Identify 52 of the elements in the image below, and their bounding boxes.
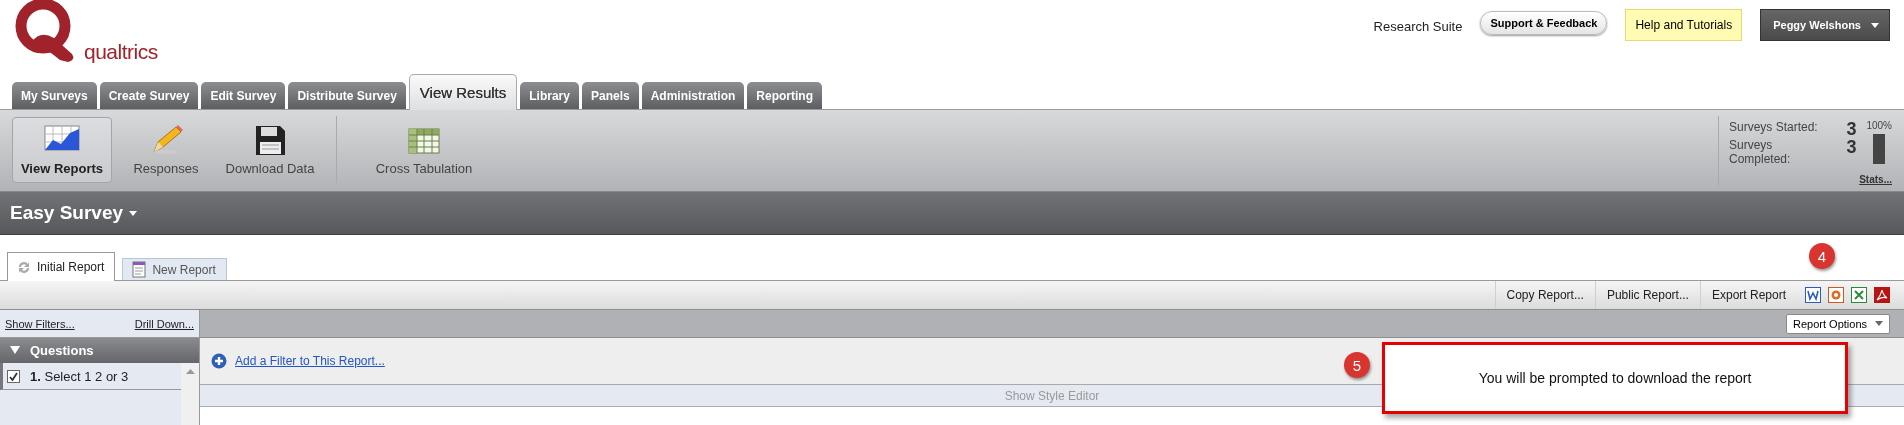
help-tutorials-button[interactable]: Help and Tutorials xyxy=(1625,9,1743,41)
add-icon[interactable] xyxy=(211,353,227,369)
stat-label: Surveys Started: xyxy=(1729,120,1819,136)
nav-tab[interactable]: Edit Survey xyxy=(201,82,286,109)
nav-tab[interactable]: View Results xyxy=(408,74,518,110)
document-icon xyxy=(131,261,148,278)
checkbox[interactable] xyxy=(7,369,20,383)
stat-value: 3 xyxy=(1846,138,1857,159)
report-tab[interactable]: Initial Report xyxy=(7,252,116,281)
stat-value: 3 xyxy=(1846,120,1857,138)
report-action-link[interactable]: Public Report... xyxy=(1594,281,1700,309)
nav-tab[interactable]: Library xyxy=(520,82,579,109)
nav-tab[interactable]: Panels xyxy=(581,82,639,109)
step-number-badge: 4 xyxy=(1809,243,1835,269)
check-icon xyxy=(9,371,18,381)
nav-tab[interactable]: Reporting xyxy=(747,82,822,109)
report-options-dropdown[interactable]: Report Options xyxy=(1786,313,1890,334)
question-item[interactable]: 1. Select 1 2 or 3 xyxy=(30,368,129,384)
stat-label: Surveys Completed: xyxy=(1729,138,1792,166)
report-action-link[interactable]: Copy Report... xyxy=(1494,281,1595,309)
toolbar-button[interactable]: Responses xyxy=(116,117,216,183)
slides-file-icon[interactable] xyxy=(1828,287,1844,303)
caret-icon xyxy=(1871,22,1879,28)
survey-title[interactable]: Easy Survey xyxy=(10,202,124,224)
percent-label: 100% xyxy=(1866,120,1892,131)
stats-link[interactable]: Stats... xyxy=(1859,174,1892,187)
drill-down-link[interactable]: Drill Down... xyxy=(134,317,194,330)
scroll-up-icon xyxy=(185,369,195,374)
triangle-icon xyxy=(10,345,20,356)
spreadsheet-file-icon[interactable] xyxy=(1851,287,1867,303)
toolbar-button[interactable]: View Reports xyxy=(12,117,112,183)
nav-tab[interactable]: Administration xyxy=(641,82,745,109)
report-tab[interactable]: New Report xyxy=(122,258,227,280)
support-feedback-button[interactable]: Support & Feedback xyxy=(1480,11,1608,35)
add-filter-link[interactable]: Add a Filter to This Report... xyxy=(235,354,385,368)
report-action-link[interactable]: Export Report xyxy=(1699,281,1797,309)
toolbar-button[interactable]: Cross Tabulation xyxy=(359,117,489,183)
completion-meter xyxy=(1873,134,1886,164)
show-filters-link[interactable]: Show Filters... xyxy=(5,317,75,330)
callout-box: You will be prompted to download the report xyxy=(1382,342,1848,414)
toolbar-button[interactable]: Download Data xyxy=(220,117,320,183)
logo-wordmark: qualtrics xyxy=(84,41,158,62)
questions-header[interactable]: Questions xyxy=(0,338,199,363)
nav-tab[interactable]: Create Survey xyxy=(99,82,199,109)
nav-tab[interactable]: My Surveys xyxy=(12,82,97,109)
nav-tab[interactable]: Distribute Survey xyxy=(288,82,406,109)
caret-icon xyxy=(1875,321,1883,326)
caret-icon xyxy=(129,210,138,216)
pdf-file-icon[interactable] xyxy=(1874,287,1890,303)
user-menu-button[interactable]: Peggy Welshons xyxy=(1760,9,1890,41)
word-file-icon[interactable] xyxy=(1805,287,1821,303)
suite-label: Research Suite xyxy=(1373,19,1463,34)
